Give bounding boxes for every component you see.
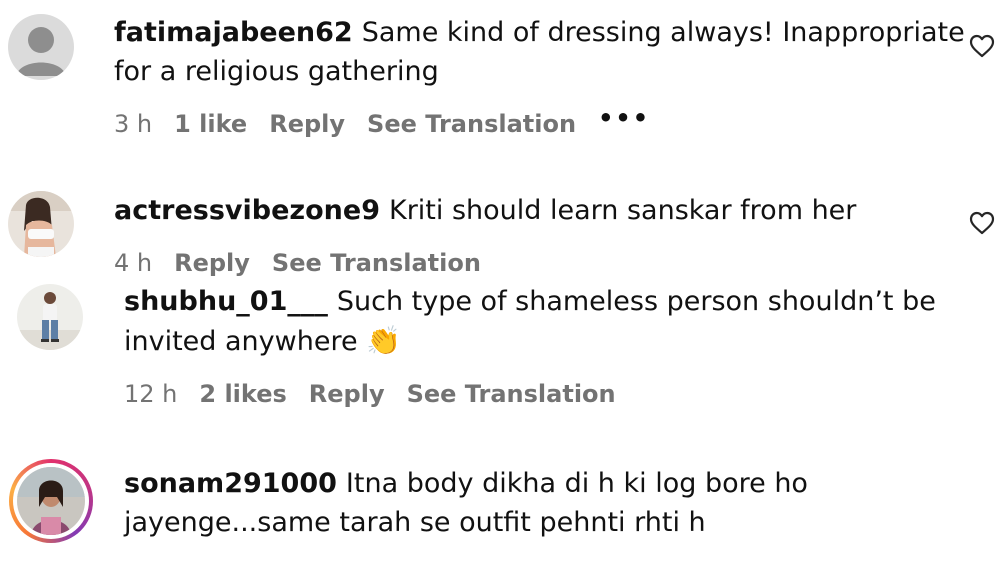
comment-text: shubhu_01___ Such type of shameless perso… <box>124 283 936 321</box>
reply-button[interactable]: Reply <box>174 248 250 278</box>
comment-body: Same kind of dressing always! Inappropri… <box>361 17 965 48</box>
heart-icon[interactable] <box>969 34 995 58</box>
username[interactable]: shubhu_01___ <box>124 286 328 317</box>
more-options-icon[interactable]: ••• <box>598 103 650 133</box>
likes-count[interactable]: 2 likes <box>199 379 286 409</box>
username[interactable]: actressvibezone9 <box>114 195 380 226</box>
comment-text: actressvibezone9 Kriti should learn sansk… <box>114 192 856 230</box>
reply-button[interactable]: Reply <box>269 109 345 139</box>
comment-body: Such type of shameless person shouldn’t … <box>336 286 936 317</box>
comment-body: Kriti should learn sanskar from her <box>388 195 857 226</box>
comment-body-continued: for a religious gathering <box>114 56 439 87</box>
comment-meta: 3 h 1 like Reply See Translation ••• <box>114 104 672 139</box>
heart-icon[interactable] <box>969 211 995 235</box>
username[interactable]: sonam291000 <box>124 468 337 499</box>
username[interactable]: fatimajabeen62 <box>114 17 353 48</box>
timestamp: 3 h <box>114 110 153 138</box>
see-translation-button[interactable]: See Translation <box>272 248 481 278</box>
avatar <box>17 467 85 535</box>
comment-body: Itna body dikha di h ki log bore ho <box>345 468 808 499</box>
clapping-hands-emoji: 👏 <box>366 324 402 357</box>
likes-count[interactable]: 1 like <box>174 109 247 139</box>
timestamp: 12 h <box>124 380 178 408</box>
see-translation-button[interactable]: See Translation <box>407 379 616 409</box>
see-translation-button[interactable]: See Translation <box>367 109 576 139</box>
avatar[interactable] <box>8 191 74 257</box>
comment-meta: 4 h Reply See Translation <box>114 248 503 278</box>
comment-text: fatimajabeen62 Same kind of dressing alwa… <box>114 14 965 52</box>
comment-body-continued: jayenge...same tarah se outfit pehnti rh… <box>124 507 706 538</box>
comment-body-continued: invited anywhere 👏 <box>124 322 401 361</box>
comment-text: sonam291000 Itna body dikha di h ki log b… <box>124 465 808 503</box>
timestamp: 4 h <box>114 249 153 277</box>
comment-meta: 12 h 2 likes Reply See Translation <box>124 379 638 409</box>
reply-button[interactable]: Reply <box>309 379 385 409</box>
story-ring[interactable] <box>9 459 93 543</box>
avatar[interactable] <box>8 14 74 80</box>
avatar[interactable] <box>17 284 83 350</box>
comment-body-text: invited anywhere <box>124 326 358 357</box>
